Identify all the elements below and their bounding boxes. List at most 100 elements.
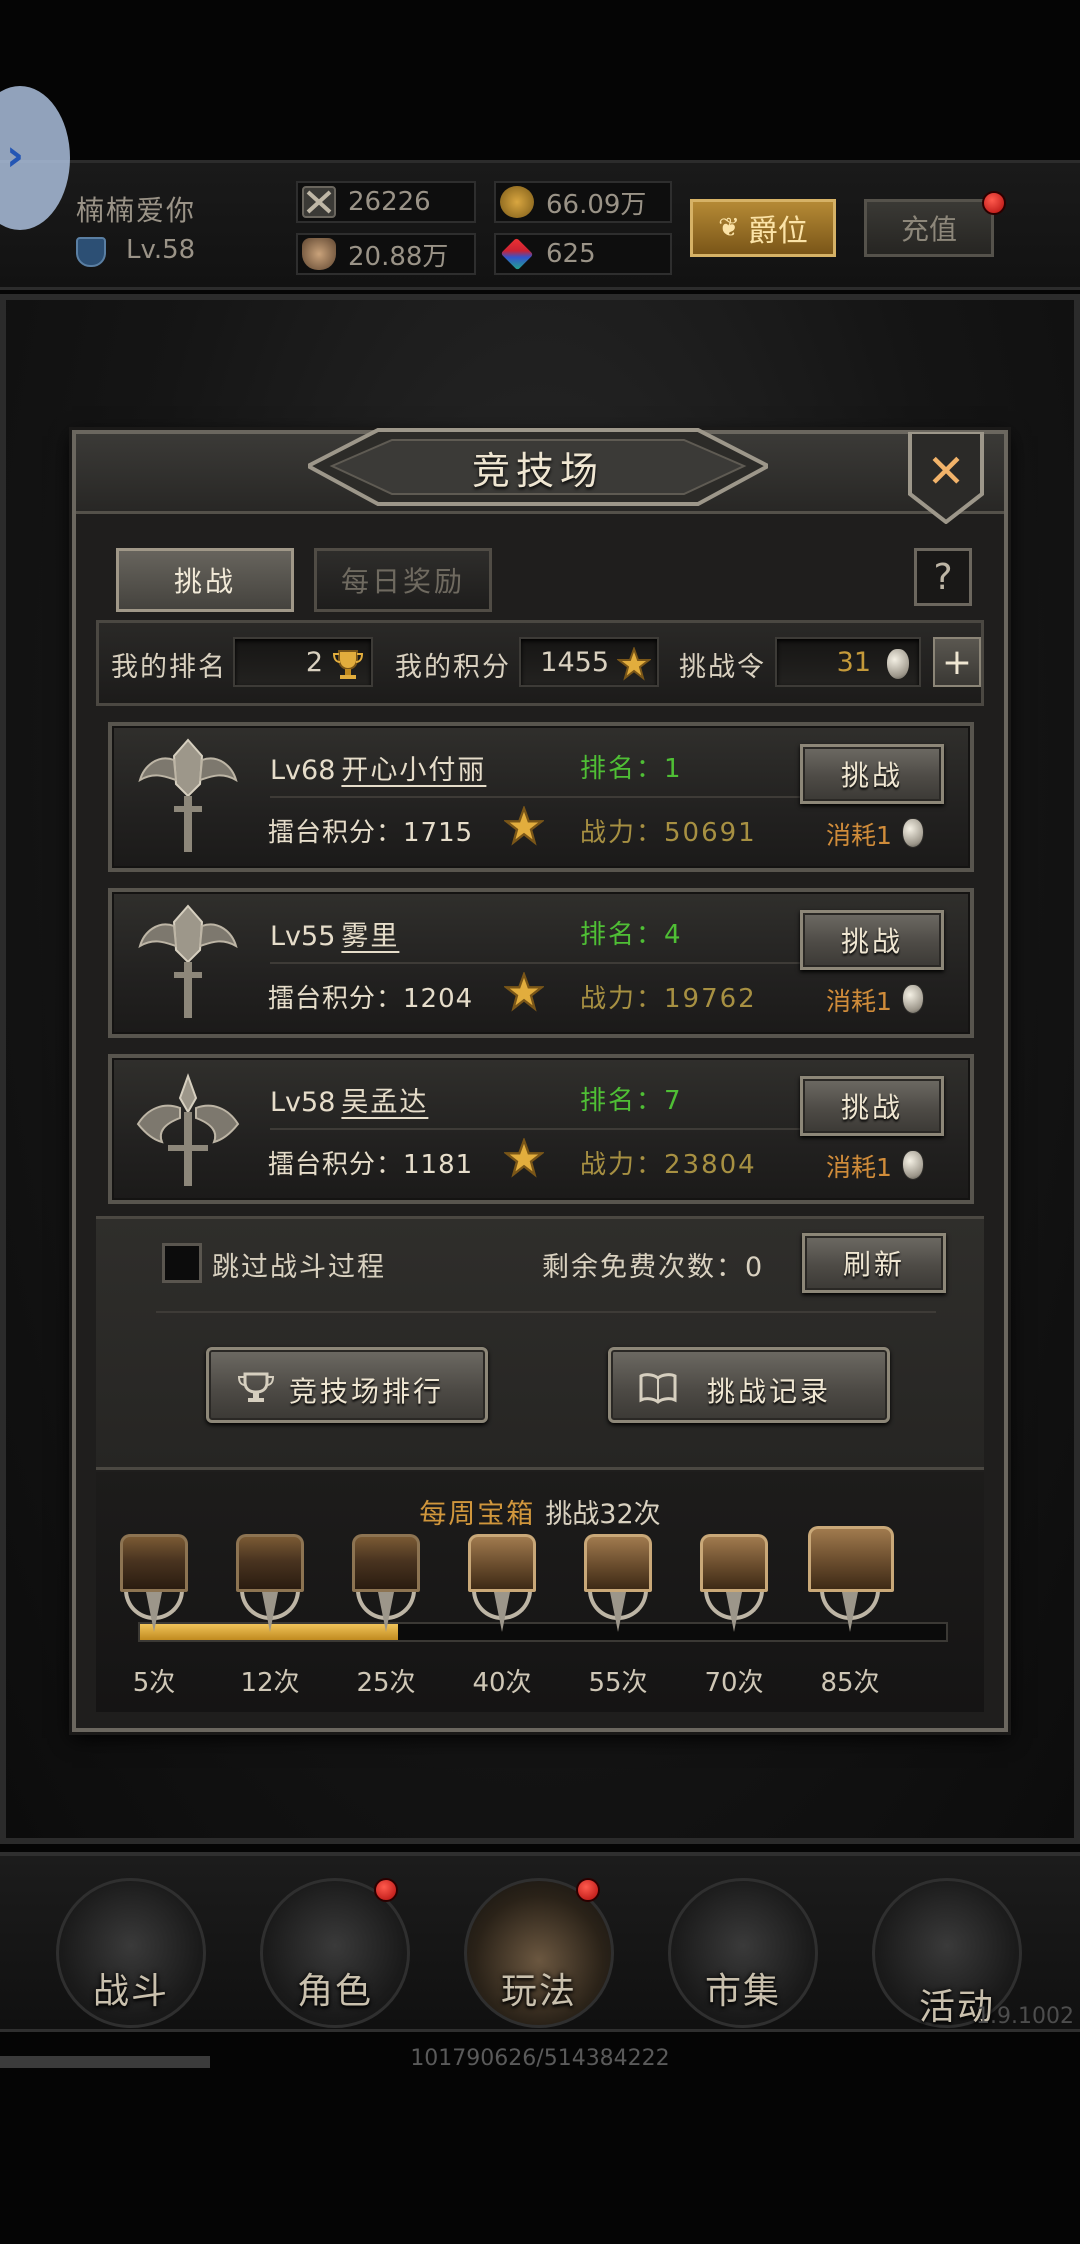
help-icon: ? [933, 556, 953, 598]
chevron-right-icon: › [6, 130, 25, 181]
tab-daily-reward-label: 每日奖励 [340, 565, 465, 598]
opponent-score: 擂台积分：1181 [268, 1150, 474, 1180]
star-icon [504, 806, 544, 846]
help-button[interactable]: ? [914, 548, 972, 606]
notification-dot [576, 1878, 600, 1902]
tokens-label: 挑战令 [679, 652, 766, 683]
opponent-name-link[interactable]: 吴孟达 [341, 1087, 428, 1118]
swords-icon [302, 186, 336, 218]
nav-battle-label: 战斗 [92, 1971, 169, 2012]
reward-chest[interactable] [696, 1534, 772, 1644]
opponent-power: 战力：19762 [580, 984, 757, 1014]
locked-chest-icon [808, 1526, 894, 1592]
challenge-cost: 消耗1 [826, 987, 892, 1016]
open-chest-icon [352, 1534, 420, 1592]
attack-stat: 26226 [296, 181, 476, 223]
close-button[interactable]: ✕ [906, 432, 986, 524]
milestone-label: 70次 [704, 1668, 764, 1698]
chest-marker [610, 1592, 626, 1632]
gold-value: 66.09万 [546, 189, 647, 220]
my-rank-value: 2 [305, 646, 323, 678]
armor-icon [302, 238, 336, 270]
reward-chest[interactable] [232, 1534, 308, 1644]
helmet-emblem-icon [138, 738, 238, 852]
my-score-field: 1455 [519, 637, 659, 687]
divider [270, 1128, 890, 1130]
opponent-level: Lv55 [270, 921, 336, 952]
winged-emblem-icon [136, 1073, 240, 1186]
opponent-level: Lv68 [270, 755, 336, 786]
nav-character[interactable]: 角色 [250, 1878, 420, 2028]
nav-gameplay-label: 玩法 [500, 1971, 577, 2012]
opponent-name-link[interactable]: 开心小付丽 [341, 755, 486, 786]
reward-chest[interactable] [808, 1526, 894, 1644]
version-text: 1.9.1002 [976, 2004, 1074, 2029]
tab-challenge-label: 挑战 [173, 565, 236, 598]
reward-chest[interactable] [348, 1534, 424, 1644]
notification-dot [374, 1878, 398, 1902]
opponent-rank: 排名：7 [580, 1086, 683, 1116]
tab-challenge[interactable]: 挑战 [116, 548, 294, 612]
add-tokens-button[interactable]: + [933, 637, 981, 687]
challenge-record-label: 挑战记录 [707, 1375, 832, 1408]
opponent-level-name: Lv68 开心小付丽 [270, 748, 486, 787]
arena-panel: 竞技场 ✕ 挑战 每日奖励 ? 我的排名 2 我的积分 1455 挑战令 31 … [72, 428, 1008, 1732]
token-icon [902, 818, 924, 848]
free-refresh-count: 剩余免费次数：0 [542, 1252, 765, 1283]
chest-marker [146, 1592, 162, 1632]
challenge-button[interactable]: 挑战 [800, 1076, 944, 1136]
opponent-level: Lv58 [270, 1087, 336, 1118]
star-icon [504, 972, 544, 1012]
divider [156, 1311, 936, 1313]
milestone-label: 12次 [240, 1668, 300, 1698]
notification-dot [982, 191, 1006, 215]
challenge-button[interactable]: 挑战 [800, 910, 944, 970]
milestone-label: 5次 [132, 1668, 176, 1698]
skip-battle-checkbox[interactable] [162, 1243, 202, 1283]
nav-market-label: 市集 [704, 1971, 781, 2012]
reward-chest[interactable] [464, 1534, 540, 1644]
close-icon: ✕ [926, 444, 966, 498]
token-icon [902, 984, 924, 1014]
reward-chest[interactable] [580, 1534, 656, 1644]
nav-battle[interactable]: 战斗 [46, 1878, 216, 2028]
title-button-label: 爵位 [747, 214, 808, 249]
opponent-level-name: Lv55 雾里 [270, 914, 399, 953]
weekly-challenge-count: 挑战32次 [545, 1499, 661, 1530]
wings-icon: ❦ [718, 213, 740, 243]
plus-icon: + [941, 641, 973, 683]
milestone-label: 55次 [588, 1668, 648, 1698]
milestone-label: 40次 [472, 1668, 532, 1698]
locked-chest-icon [584, 1534, 652, 1592]
opponent-card: Lv55 雾里 擂台积分：1204 排名：4 战力：19762 挑战 消耗1 [108, 888, 974, 1038]
locked-chest-icon [700, 1534, 768, 1592]
my-score-value: 1455 [540, 646, 609, 678]
opponent-power: 战力：23804 [580, 1150, 757, 1180]
nav-gameplay[interactable]: 玩法 [454, 1878, 624, 2028]
arena-ranking-button[interactable]: 竞技场排行 [206, 1347, 488, 1423]
gold-coin-icon [500, 186, 534, 218]
tab-daily-reward[interactable]: 每日奖励 [314, 548, 492, 612]
controls-area: 跳过战斗过程 剩余免费次数：0 刷新 竞技场排行 挑战记录 [96, 1216, 984, 1470]
refresh-button[interactable]: 刷新 [802, 1233, 946, 1293]
reward-chest[interactable] [116, 1534, 192, 1644]
my-score-label: 我的积分 [395, 652, 511, 683]
opponent-name-link[interactable]: 雾里 [341, 921, 399, 952]
challenge-cost: 消耗1 [826, 1153, 892, 1182]
opponent-power: 战力：50691 [580, 818, 757, 848]
trophy-icon [237, 1372, 275, 1402]
challenge-button[interactable]: 挑战 [800, 744, 944, 804]
weekly-chest-section: 每周宝箱 挑战32次 5次 12次 25次 40次 55次 70次 85次 [96, 1472, 984, 1712]
recharge-button[interactable]: 充值 [864, 199, 994, 257]
chest-marker [262, 1592, 278, 1632]
nav-market[interactable]: 市集 [658, 1878, 828, 2028]
panel-title: 竞技场 [471, 449, 604, 493]
challenge-record-button[interactable]: 挑战记录 [608, 1347, 890, 1423]
star-icon [617, 647, 651, 681]
gem-value: 625 [546, 239, 596, 269]
challenge-button-label: 挑战 [840, 759, 903, 792]
loading-text: 101790626/514384222 [410, 2046, 670, 2071]
title-button[interactable]: ❦ 爵位 [690, 199, 836, 257]
recharge-button-label: 充值 [900, 213, 957, 246]
player-header: 楠楠爱你 Lv.58 26226 66.09万 20.88万 625 ❦ 爵位 … [0, 160, 1080, 290]
